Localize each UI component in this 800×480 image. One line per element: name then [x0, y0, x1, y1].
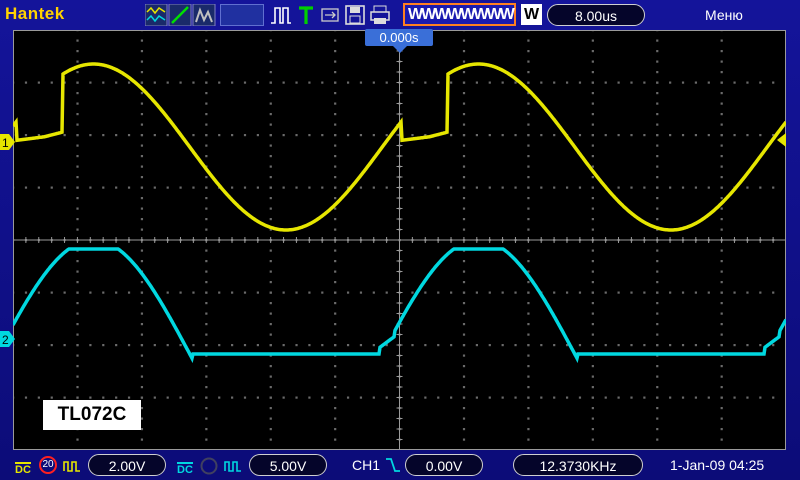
ch1-coupling[interactable]: DC — [15, 462, 31, 476]
ch2-marker-label: 2 — [2, 333, 9, 347]
trigger-falling-edge-icon[interactable] — [385, 456, 401, 474]
trigger-level-arrow — [777, 133, 786, 147]
brand-logo: Hantek — [5, 4, 65, 23]
ch1-ground-marker[interactable]: 1 — [0, 134, 16, 150]
acquire-mode-icon[interactable] — [145, 4, 217, 26]
overlay-label: TL072C — [43, 400, 141, 430]
ch1-scale[interactable]: 2.00V — [88, 454, 166, 476]
ch1-probe-icon — [63, 461, 80, 472]
date-time: 1-Jan-09 04:25 — [670, 457, 765, 473]
top-status-bar: Hantek WWWWWWWW W 8.00us Меню — [0, 0, 800, 30]
ch2-ground-marker[interactable]: 2 — [0, 331, 16, 347]
timebase-value[interactable]: 8.00us — [547, 4, 645, 26]
oscilloscope-screen: Hantek WWWWWWWW W 8.00us Меню 0.000s 1 2… — [0, 0, 800, 480]
graticule — [13, 30, 786, 450]
run-stop-icon[interactable] — [269, 5, 293, 25]
save-icon[interactable] — [344, 4, 366, 26]
waveform-display[interactable] — [13, 30, 786, 450]
trigger-t-icon[interactable] — [297, 4, 315, 26]
ch1-bandwidth-limit[interactable]: 20 — [39, 456, 57, 474]
usb-icon — [321, 8, 339, 22]
ch2-coupling[interactable]: DC — [177, 462, 193, 476]
ch2-bandwidth-icon — [200, 457, 218, 475]
waveform-mode-text: WWWWWWWW — [408, 6, 515, 23]
bottom-status-bar: DC 20 2.00V DC 5.00V CH1 0.00V 12.3730KH… — [0, 450, 800, 480]
frequency-readout: 12.3730KHz — [513, 454, 643, 476]
ch2-scale[interactable]: 5.00V — [249, 454, 327, 476]
display-slot — [220, 4, 264, 26]
trigger-position-time: 0.000s — [365, 29, 433, 46]
ch2-probe-icon — [224, 461, 241, 472]
printer-icon[interactable] — [369, 4, 391, 26]
trigger-level[interactable]: 0.00V — [405, 454, 483, 476]
ch1-marker-label: 1 — [2, 136, 9, 150]
trigger-source[interactable]: CH1 — [352, 454, 380, 476]
timebase-mode-button[interactable]: W — [521, 4, 542, 25]
waveform-mode-box[interactable]: WWWWWWWW — [403, 3, 516, 26]
menu-button[interactable]: Меню — [705, 4, 743, 26]
trigger-position-marker-icon — [393, 46, 407, 53]
